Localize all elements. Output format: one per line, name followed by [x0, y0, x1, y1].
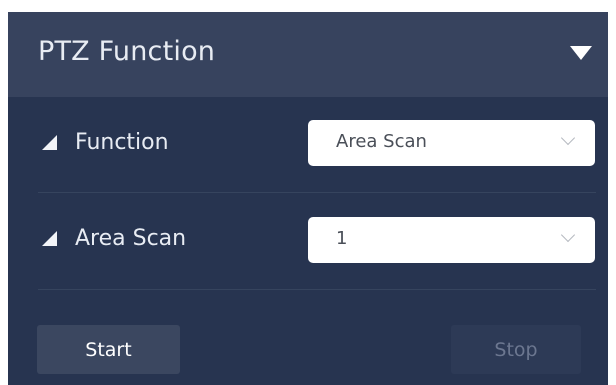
- start-button[interactable]: Start: [37, 325, 180, 374]
- area-scan-label: Area Scan: [75, 226, 187, 251]
- chevron-down-icon: [560, 130, 576, 146]
- stop-button[interactable]: Stop: [451, 325, 581, 374]
- chevron-down-icon: [560, 227, 576, 243]
- area-scan-label-row: Area Scan: [42, 226, 186, 251]
- divider: [38, 289, 596, 290]
- ptz-function-panel: PTZ Function Function Area Scan Area Sca…: [8, 12, 608, 385]
- triangle-icon: [42, 231, 57, 246]
- divider: [38, 192, 596, 193]
- area-scan-select[interactable]: 1: [308, 217, 595, 263]
- triangle-icon: [42, 135, 57, 150]
- function-select-value: Area Scan: [336, 131, 427, 152]
- function-select[interactable]: Area Scan: [308, 120, 595, 166]
- function-label: Function: [75, 130, 169, 155]
- panel-header[interactable]: PTZ Function: [8, 12, 608, 97]
- area-scan-select-value: 1: [336, 228, 348, 249]
- caret-down-icon[interactable]: [570, 46, 592, 60]
- function-label-row: Function: [42, 130, 169, 155]
- panel-title: PTZ Function: [38, 36, 216, 67]
